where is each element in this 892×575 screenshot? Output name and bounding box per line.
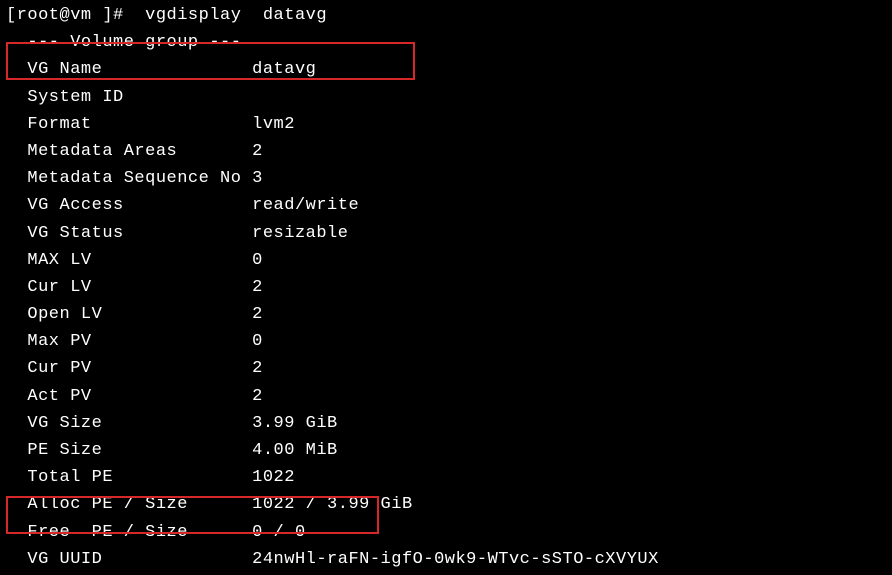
row-value: 2	[252, 278, 263, 297]
row-value: 3.99 GiB	[252, 414, 338, 433]
command-text: vgdisplay datavg	[134, 6, 327, 25]
row-label: VG Status	[6, 224, 252, 243]
row-label: Max PV	[6, 332, 252, 351]
prompt-line: [root@vm ]# vgdisplay datavg	[6, 2, 886, 29]
row-label: Act PV	[6, 387, 252, 406]
row-label: Open LV	[6, 305, 252, 324]
output-row: Cur LV 2	[6, 274, 886, 301]
row-label: MAX LV	[6, 251, 252, 270]
vg-header-line: --- Volume group ---	[6, 29, 886, 56]
row-value: resizable	[252, 224, 348, 243]
row-label: VG Access	[6, 196, 252, 215]
row-value: 0	[252, 251, 263, 270]
output-row: Alloc PE / Size 1022 / 3.99 GiB	[6, 491, 886, 518]
output-row: Open LV 2	[6, 301, 886, 328]
row-value: 1022	[252, 468, 295, 487]
row-value: lvm2	[252, 115, 295, 134]
row-label: Total PE	[6, 468, 252, 487]
output-row: Max PV 0	[6, 328, 886, 355]
output-row: Metadata Sequence No 3	[6, 165, 886, 192]
output-row: VG Name datavg	[6, 56, 886, 83]
row-label: VG Name	[6, 60, 252, 79]
output-row: Total PE 1022	[6, 464, 886, 491]
row-value: 24nwHl-raFN-igfO-0wk9-WTvc-sSTO-cXVYUX	[252, 550, 659, 569]
row-label: Metadata Areas	[6, 142, 252, 161]
row-label: System ID	[6, 88, 252, 107]
row-label: VG Size	[6, 414, 252, 433]
row-label: PE Size	[6, 441, 252, 460]
output-row: MAX LV 0	[6, 247, 886, 274]
output-row: Format lvm2	[6, 111, 886, 138]
output-row: Free PE / Size 0 / 0	[6, 519, 886, 546]
row-label: VG UUID	[6, 550, 252, 569]
row-label: Cur LV	[6, 278, 252, 297]
row-value: 2	[252, 305, 263, 324]
prompt-user-host: [root@vm ]#	[6, 6, 134, 25]
row-value: 3	[252, 169, 263, 188]
output-row: VG Status resizable	[6, 220, 886, 247]
row-value: 1022 / 3.99 GiB	[252, 495, 413, 514]
row-label: Format	[6, 115, 252, 134]
row-label: Cur PV	[6, 359, 252, 378]
output-row: VG Size 3.99 GiB	[6, 410, 886, 437]
output-row: VG UUID 24nwHl-raFN-igfO-0wk9-WTvc-sSTO-…	[6, 546, 886, 573]
row-value: 2	[252, 142, 263, 161]
row-label: Metadata Sequence No	[6, 169, 252, 188]
output-row: Act PV 2	[6, 383, 886, 410]
row-label: Alloc PE / Size	[6, 495, 252, 514]
row-value: 4.00 MiB	[252, 441, 338, 460]
row-value: 2	[252, 359, 263, 378]
terminal-window: [root@vm ]# vgdisplay datavg --- Volume …	[0, 0, 892, 575]
row-value: datavg	[252, 60, 316, 79]
output-rows: VG Name datavg System ID Format lvm2 Met…	[6, 56, 886, 573]
row-label: Free PE / Size	[6, 523, 252, 542]
row-value: read/write	[252, 196, 359, 215]
row-value: 0	[252, 332, 263, 351]
output-row: VG Access read/write	[6, 192, 886, 219]
output-row: System ID	[6, 84, 886, 111]
output-row: Cur PV 2	[6, 355, 886, 382]
row-value: 2	[252, 387, 263, 406]
output-row: Metadata Areas 2	[6, 138, 886, 165]
output-row: PE Size 4.00 MiB	[6, 437, 886, 464]
row-value: 0 / 0	[252, 523, 306, 542]
